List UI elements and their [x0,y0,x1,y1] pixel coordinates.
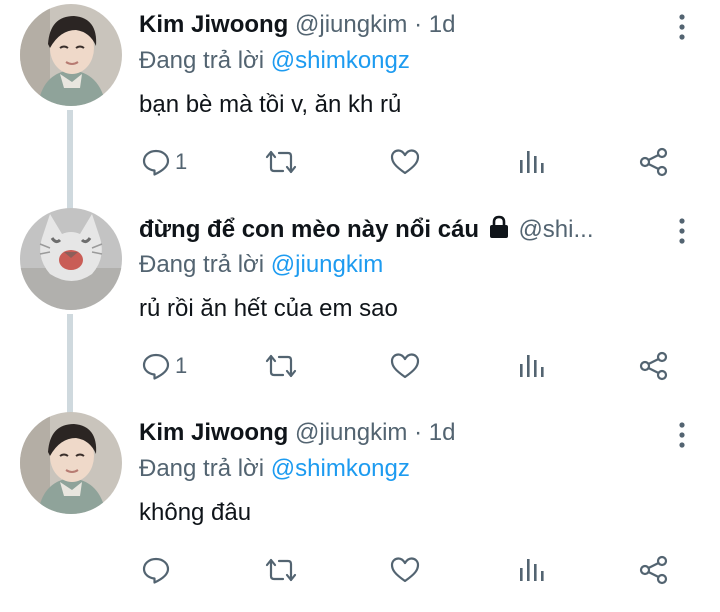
heart-icon [390,149,420,175]
like-button[interactable] [389,140,421,184]
vertical-dots-icon [679,14,685,40]
speech-bubble-icon [142,353,170,380]
retweet-icon [265,558,297,582]
mention-link[interactable]: @shimkongz [271,455,410,482]
share-nodes-icon [639,147,668,177]
share-nodes-icon [639,555,668,585]
avatar[interactable] [20,4,122,106]
user-handle[interactable]: @shi... [518,216,593,243]
replying-to-label: Đang trả lời [139,251,265,278]
tweet-text: bạn bè mà tồi v, ăn kh rủ [139,91,402,118]
reply-button[interactable]: 1 [141,140,187,184]
tweet[interactable]: Kim Jiwoong @jiungkim · 1d Đang trả lời … [0,408,720,612]
retweet-icon [265,354,297,378]
more-options-button[interactable] [674,12,690,42]
analytics-button[interactable] [516,140,546,184]
replying-to-label: Đang trả lời [139,455,265,482]
retweet-button[interactable] [263,548,299,592]
timestamp[interactable]: 1d [429,11,456,38]
share-button[interactable] [637,344,671,388]
avatar[interactable] [20,208,122,310]
heart-icon [390,557,420,583]
reply-count: 1 [175,149,188,174]
heart-icon [390,353,420,379]
share-nodes-icon [639,351,668,381]
bar-chart-icon [520,355,544,377]
user-handle[interactable]: @jiungkim [295,11,407,38]
avatar[interactable] [20,412,122,514]
retweet-icon [265,150,297,174]
separator-dot: · [414,419,423,446]
analytics-button[interactable] [516,344,546,388]
display-name[interactable]: đừng để con mèo này nổi cáu [139,216,479,243]
replying-to-label: Đang trả lời [139,47,265,74]
reply-button[interactable] [141,548,175,592]
retweet-button[interactable] [263,344,299,388]
tweet-actions: 1 [0,140,720,184]
tweet-header: Kim Jiwoong @jiungkim · 1d [139,10,660,40]
tweet-header: Kim Jiwoong @jiungkim · 1d [139,418,660,448]
mention-link[interactable]: @jiungkim [271,251,383,278]
reply-count: 1 [175,353,188,378]
vertical-dots-icon [679,422,685,448]
user-handle[interactable]: @jiungkim [295,419,407,446]
mention-link[interactable]: @shimkongz [271,47,410,74]
lock-icon [489,215,508,238]
timestamp[interactable]: 1d [429,419,456,446]
more-options-button[interactable] [674,216,690,246]
analytics-button[interactable] [516,548,546,592]
tweet-text: rủ rồi ăn hết của em sao [139,295,398,322]
replying-to: Đang trả lời @shimkongz [139,454,410,484]
reply-thread: Kim Jiwoong @jiungkim · 1d Đang trả lời … [0,0,720,598]
like-button[interactable] [389,344,421,388]
replying-to: Đang trả lời @shimkongz [139,46,410,76]
bar-chart-icon [520,559,544,581]
tweet-text: không đâu [139,499,252,526]
speech-bubble-icon [142,557,170,584]
bar-chart-icon [520,151,544,173]
tweet-actions [0,548,720,592]
tweet-actions: 1 [0,344,720,388]
display-name[interactable]: Kim Jiwoong [139,11,288,38]
share-button[interactable] [637,548,671,592]
tweet[interactable]: đừng để con mèo này nổi cáu @shi... Đang… [0,204,720,408]
replying-to: Đang trả lời @jiungkim [139,250,383,280]
display-name[interactable]: Kim Jiwoong [139,419,288,446]
tweet[interactable]: Kim Jiwoong @jiungkim · 1d Đang trả lời … [0,0,720,204]
like-button[interactable] [389,548,421,592]
reply-button[interactable]: 1 [141,344,187,388]
separator-dot: · [414,11,423,38]
tweet-header: đừng để con mèo này nổi cáu @shi... [139,214,660,245]
retweet-button[interactable] [263,140,299,184]
vertical-dots-icon [679,218,685,244]
speech-bubble-icon [142,149,170,176]
more-options-button[interactable] [674,420,690,450]
share-button[interactable] [637,140,671,184]
